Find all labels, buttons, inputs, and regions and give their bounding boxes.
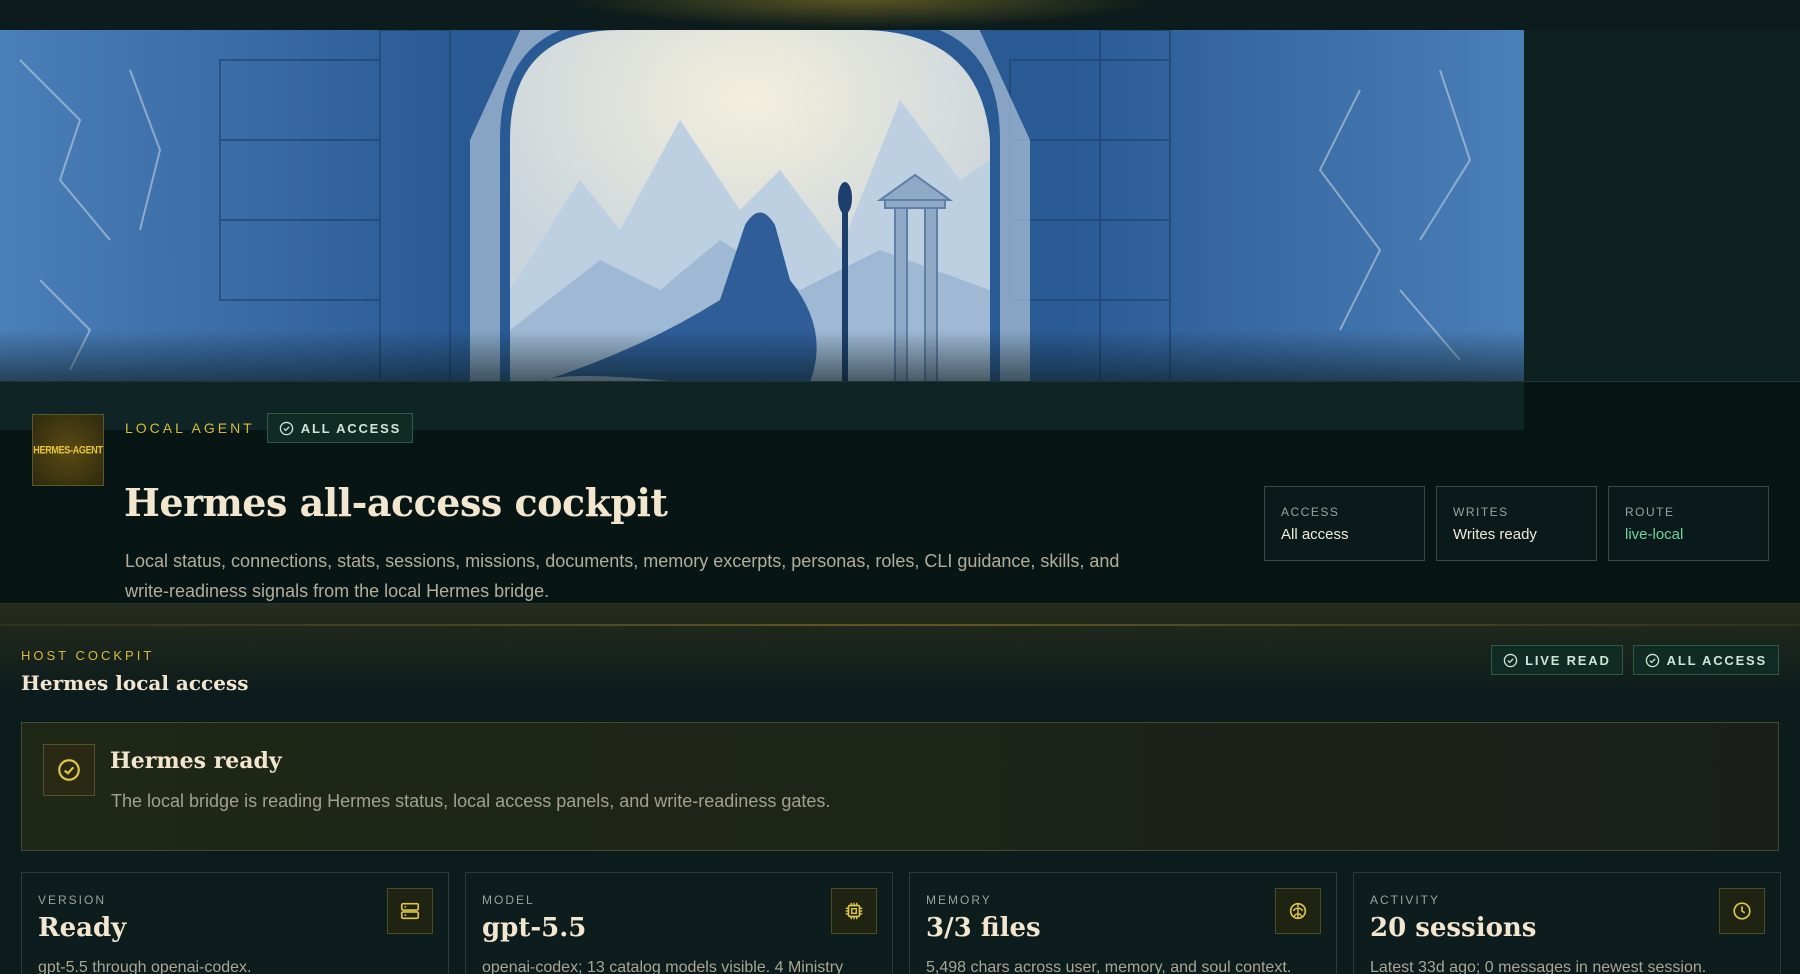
hero-stat-cards: ACCESS All access WRITES Writes ready RO… xyxy=(1264,486,1769,561)
ready-icon-box xyxy=(43,744,95,796)
hero-illustration xyxy=(0,30,1524,430)
metric-card-model: MODEL gpt-5.5 openai-codex; 13 catalog m… xyxy=(465,872,893,974)
metric-subtext: gpt-5.5 through openai-codex. xyxy=(38,959,252,974)
all-access-badge: ALL ACCESS xyxy=(266,413,414,443)
metric-label: VERSION xyxy=(38,893,107,907)
ready-status-panel: Hermes ready The local bridge is reading… xyxy=(21,722,1779,851)
hero-banner-image xyxy=(0,30,1524,430)
hero-right-panel xyxy=(1524,30,1800,382)
stat-card-access: ACCESS All access xyxy=(1264,486,1425,561)
stat-label: ACCESS xyxy=(1281,505,1340,519)
page-title: Hermes all-access cockpit xyxy=(124,480,668,525)
stat-card-writes: WRITES Writes ready xyxy=(1436,486,1597,561)
page-description: Local status, connections, stats, sessio… xyxy=(125,551,1120,601)
metric-card-memory: MEMORY 3/3 files 5,498 chars across user… xyxy=(909,872,1337,974)
metric-label: MODEL xyxy=(482,893,535,907)
metric-subtext: Latest 33d ago; 0 messages in newest ses… xyxy=(1370,959,1707,974)
stat-card-route: ROUTE live-local xyxy=(1608,486,1769,561)
host-cockpit-section: HOST COCKPIT Hermes local access LIVE RE… xyxy=(0,604,1800,974)
metric-card-activity: ACTIVITY 20 sessions Latest 33d ago; 0 m… xyxy=(1353,872,1781,974)
hero-eyebrow: LOCAL AGENT xyxy=(125,420,255,436)
check-circle-icon xyxy=(58,759,80,781)
metric-value: 3/3 files xyxy=(926,913,1041,943)
clock-icon xyxy=(1719,888,1765,934)
hero-eyebrow-row: LOCAL AGENT ALL ACCESS xyxy=(125,413,414,443)
metric-value: 20 sessions xyxy=(1370,913,1537,943)
ready-description: The local bridge is reading Hermes statu… xyxy=(111,791,831,811)
divider xyxy=(0,381,1800,382)
metric-label: ACTIVITY xyxy=(1370,893,1441,907)
section-divider xyxy=(0,624,1800,626)
stat-value: Writes ready xyxy=(1453,526,1537,543)
server-icon xyxy=(387,888,433,934)
metric-cards: VERSION Ready gpt-5.5 through openai-cod… xyxy=(21,872,1781,974)
all-access-badge: ALL ACCESS xyxy=(1632,645,1779,675)
metric-subtext: openai-codex; 13 catalog models visible.… xyxy=(482,959,844,974)
stat-value: All access xyxy=(1281,526,1349,543)
brain-icon xyxy=(1275,888,1321,934)
check-circle-icon xyxy=(1503,653,1518,667)
check-circle-icon xyxy=(279,421,293,435)
hermes-agent-logo: HERMES-AGENT xyxy=(32,414,104,486)
all-access-badge-label: ALL ACCESS xyxy=(1666,652,1767,668)
section-eyebrow: HOST COCKPIT xyxy=(21,648,155,663)
live-read-badge: LIVE READ xyxy=(1491,645,1623,675)
all-access-badge-label: ALL ACCESS xyxy=(300,420,402,436)
stat-label: ROUTE xyxy=(1625,505,1675,519)
metric-card-version: VERSION Ready gpt-5.5 through openai-cod… xyxy=(21,872,449,974)
metric-subtext: 5,498 chars across user, memory, and sou… xyxy=(926,959,1292,974)
chip-icon xyxy=(831,888,877,934)
logo-text: HERMES-AGENT xyxy=(33,444,103,456)
ready-title: Hermes ready xyxy=(110,748,282,774)
metric-value: Ready xyxy=(38,913,127,943)
stat-label: WRITES xyxy=(1453,505,1509,519)
metric-value: gpt-5.5 xyxy=(482,913,587,943)
section-title: Hermes local access xyxy=(21,671,249,695)
hero-section: HERMES-AGENT LOCAL AGENT ALL ACCESS Herm… xyxy=(0,30,1800,604)
check-circle-icon xyxy=(1645,653,1659,667)
live-read-badge-label: LIVE READ xyxy=(1525,652,1611,668)
metric-label: MEMORY xyxy=(926,893,992,907)
section-badges: LIVE READ ALL ACCESS xyxy=(1491,645,1779,675)
stat-value: live-local xyxy=(1625,526,1684,543)
top-strip xyxy=(0,0,1800,30)
